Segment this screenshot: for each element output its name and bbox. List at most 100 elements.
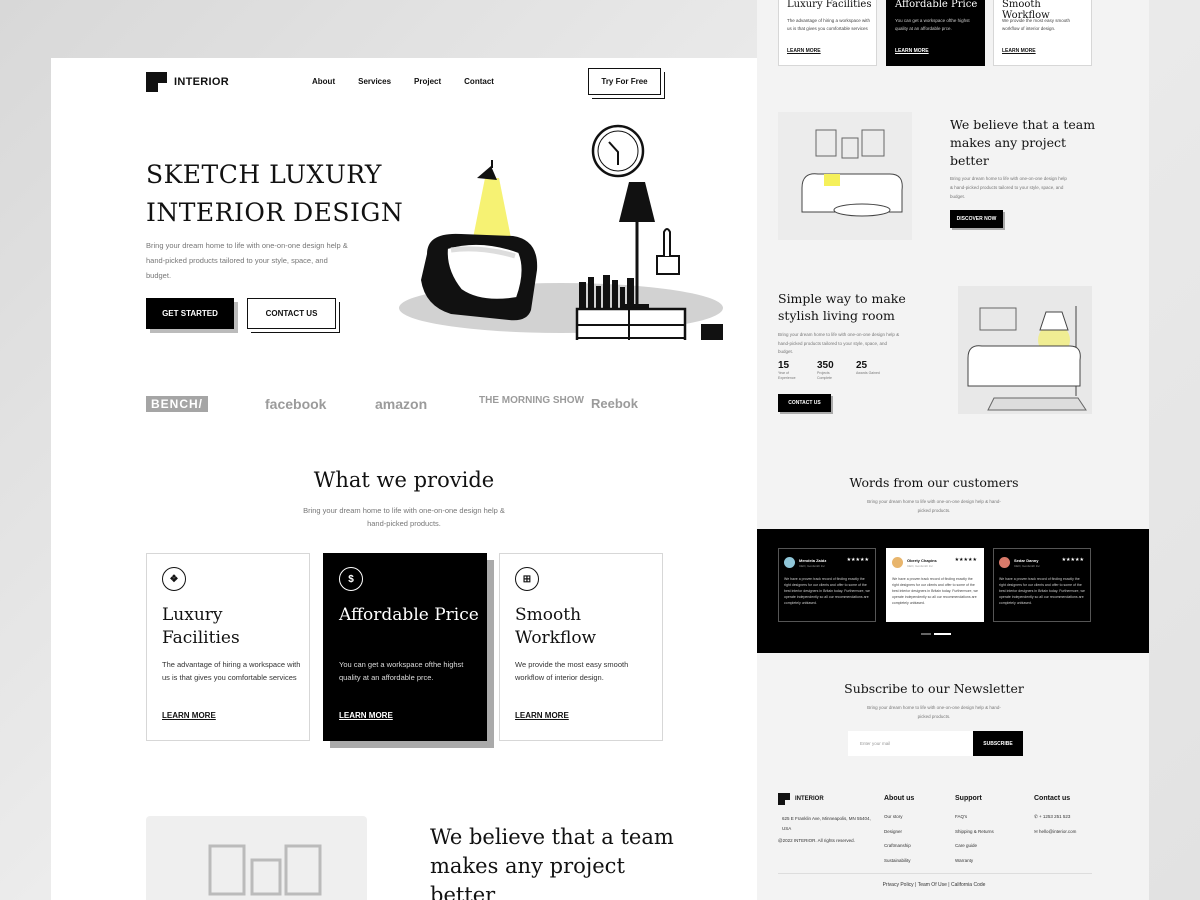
believe-title: We believe that a team makes any project…: [430, 825, 674, 900]
living-room-illustration: [778, 112, 912, 240]
nav-link-services[interactable]: Services: [358, 77, 391, 86]
footer-logo-text[interactable]: INTERIOR: [795, 796, 824, 802]
footer-divider: [778, 873, 1092, 874]
card-title: Affordable Price: [339, 605, 479, 625]
mini-card-workflow: Smooth Workflow We provide the most easy…: [993, 0, 1092, 66]
get-started-button[interactable]: GET STARTED: [146, 298, 234, 329]
logo-amazon: amazon: [375, 396, 428, 412]
newsletter-title: Subscribe to our Newsletter: [844, 681, 1024, 696]
nav-links: About Services Project Contact: [312, 77, 494, 86]
card-text: We provide the most easy smooth workflow…: [515, 660, 629, 682]
footer-email[interactable]: ✉ hello@interior.com: [1034, 825, 1076, 840]
mini-learn-more-link[interactable]: LEARN MORE: [1002, 48, 1036, 54]
reviewer-name: Sedar Danny: [1014, 558, 1039, 563]
footer-logo-icon[interactable]: [778, 793, 790, 805]
stat-awards: 25 Awards Gained: [856, 360, 880, 375]
nav-link-about[interactable]: About: [312, 77, 335, 86]
nav-link-contact[interactable]: Contact: [464, 77, 494, 86]
footer-link[interactable]: Warranty: [955, 854, 994, 869]
stat-experience: 15 Year of Experience: [778, 360, 796, 380]
provide-title: What we provide: [313, 468, 495, 492]
hero-title: SKETCH LUXURY INTERIOR DESIGN: [146, 160, 404, 227]
mini-learn-more-link[interactable]: LEARN MORE: [895, 48, 929, 54]
card-text: You can get a workspace ofthe highst qua…: [339, 660, 464, 682]
footer-heading: Contact us: [1034, 795, 1071, 802]
top-nav: INTERIOR About Services Project Contact …: [146, 68, 662, 102]
email-input[interactable]: Enter your mail: [848, 731, 974, 756]
avatar: [999, 557, 1010, 568]
cactus-pot: [656, 255, 680, 275]
terms-link[interactable]: Team Of Use: [918, 882, 947, 888]
nav-link-project[interactable]: Project: [414, 77, 441, 86]
footer-link[interactable]: Sustainability: [884, 854, 914, 869]
landing-page-main: INTERIOR About Services Project Contact …: [51, 58, 757, 900]
avatar: [892, 557, 903, 568]
brand-logos: BENCH/ facebook amazon THE MORNING SHOW …: [146, 396, 663, 416]
believe-illustration: [146, 816, 367, 900]
privacy-policy-link[interactable]: Privacy Policy: [883, 882, 914, 888]
mini-card-title: Luxury Facilities: [787, 0, 872, 10]
customers-subtitle: Bring your dream home to life with one-o…: [867, 499, 1001, 513]
reviewer-name: Mendela Zaidz: [799, 558, 827, 563]
reviewer-role: CEO, Gonlsmth Inc: [799, 564, 825, 568]
footer-heading: About us: [884, 795, 915, 802]
footer-link[interactable]: Our story: [884, 810, 914, 825]
logo-facebook: facebook: [265, 396, 327, 412]
review-text: We have a proven track record of finding…: [892, 577, 978, 605]
contact-us-button-small[interactable]: CONTACT US: [778, 394, 831, 412]
california-code-link[interactable]: California Code: [951, 882, 985, 888]
logo-morning-show: THE MORNING SHOW: [479, 395, 584, 406]
stat-projects: 350 Projects Complete: [817, 360, 834, 380]
service-card-affordable: $ Affordable Price You can get a workspa…: [323, 553, 487, 741]
hero-text: Bring your dream home to life with one-o…: [146, 241, 348, 280]
card-text: The advantage of hiring a workspace with…: [162, 660, 301, 682]
review-text: We have a proven track record of finding…: [999, 577, 1085, 605]
logo-icon[interactable]: [146, 72, 167, 92]
learn-more-link[interactable]: LEARN MORE: [515, 711, 569, 720]
footer-link[interactable]: Craftmanship: [884, 839, 914, 854]
review-text: We have a proven track record of finding…: [784, 577, 870, 605]
footer-link[interactable]: Shipping & Returns: [955, 825, 994, 840]
believe-title-small: We believe that a team makes any project…: [950, 117, 1096, 168]
mini-card-title: Affordable Price: [895, 0, 978, 10]
reviewer-name: Oberty Chapins: [907, 558, 937, 563]
footer-link[interactable]: Care guide: [955, 839, 994, 854]
contact-us-button[interactable]: CONTACT US: [247, 298, 336, 329]
testimonial-card: Sedar Danny CEO, Gonlsmth Inc ★★★★★ We h…: [993, 548, 1091, 622]
mini-card-text: The advantage of hiring a workspace with…: [787, 18, 871, 31]
windows-icon: ⊞: [515, 567, 539, 591]
try-for-free-button[interactable]: Try For Free: [588, 68, 661, 95]
avatar: [784, 557, 795, 568]
mini-card-text: You can get a workspace ofthe highst qua…: [895, 18, 970, 31]
testimonial-card: Oberty Chapins CEO, Gonlsmth Inc ★★★★★ W…: [886, 548, 984, 622]
landing-page-continued: Luxury Facilities The advantage of hirin…: [757, 0, 1149, 900]
footer-address: 625 E Franklin Ave, Minneapolis, MN 5540…: [782, 816, 871, 831]
email-address: hello@interior.com: [1039, 828, 1077, 834]
phone-number: + 1253 251 523: [1039, 814, 1071, 819]
footer-col-about: About us Our story Designer Craftmanship…: [884, 795, 914, 868]
reviewer-role: CEO, Gonlsmth Inc: [1014, 564, 1040, 568]
mini-learn-more-link[interactable]: LEARN MORE: [787, 48, 821, 54]
footer-link[interactable]: Designer: [884, 825, 914, 840]
carousel-dots[interactable]: [921, 633, 951, 635]
newsletter-subtitle: Bring your dream home to life with one-o…: [867, 705, 1001, 719]
card-title: Luxury Facilities: [162, 605, 240, 648]
simple-text: Bring your dream home to life with one-o…: [778, 332, 900, 354]
mini-card-price: Affordable Price You can get a workspace…: [886, 0, 985, 66]
logo-reebok: Reebok: [591, 396, 638, 411]
footer-legal-links: Privacy Policy | Team Of Use | Californi…: [882, 882, 986, 888]
footer-link[interactable]: FAQ's: [955, 810, 994, 825]
mini-card-facilities: Luxury Facilities The advantage of hirin…: [778, 0, 877, 66]
footer-copyright: @2022 INTERIOR. All rights reserved.: [778, 838, 855, 843]
star-rating-icon: ★★★★★: [954, 557, 977, 563]
logo-text[interactable]: INTERIOR: [174, 76, 229, 88]
learn-more-link[interactable]: LEARN MORE: [339, 711, 393, 720]
dollar-icon: $: [339, 567, 363, 591]
hero-illustration: [399, 124, 723, 340]
footer-phone[interactable]: ✆ + 1253 251 523: [1034, 810, 1076, 825]
discover-now-button[interactable]: DISCOVER NOW: [950, 210, 1003, 228]
subscribe-button[interactable]: SUBSCRIBE: [973, 731, 1023, 756]
learn-more-link[interactable]: LEARN MORE: [162, 711, 216, 720]
waste-basket: [701, 324, 723, 340]
provide-subtitle: Bring your dream home to life with one-o…: [303, 506, 505, 528]
